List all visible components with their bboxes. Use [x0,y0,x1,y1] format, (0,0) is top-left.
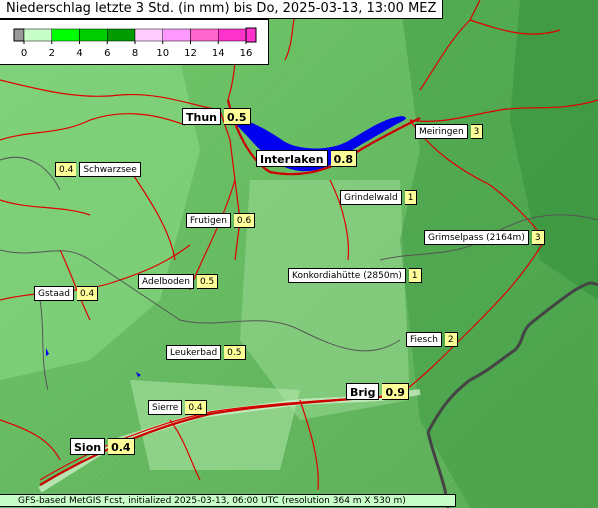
precipitation-value: 1 [404,190,418,205]
place-name: Grindelwald [340,190,402,205]
precipitation-value: 0.4 [185,400,207,415]
place-name: Sion [70,438,106,455]
place-name: Schwarzsee [79,162,141,177]
legend-tick-label: 0 [21,48,27,59]
place-label: Fiesch 2 [406,332,458,347]
precipitation-value: 3 [470,124,484,139]
precipitation-value: 0.4 [108,438,135,455]
legend-tick-label: 16 [240,48,253,59]
legend-swatch [23,28,52,42]
map-title: Niederschlag letzte 3 Std. (in mm) bis D… [0,0,444,19]
legend-swatch [162,28,191,42]
legend-tick-label: 4 [76,48,82,59]
precipitation-value: 0.5 [224,108,251,125]
place-label: Interlaken 0.8 [256,150,358,167]
place-label: Adelboden 0.5 [138,274,219,289]
legend-swatch [218,28,247,42]
legend-swatch [51,28,80,42]
precipitation-value: 0.9 [382,383,409,400]
legend-tick-label: 2 [49,48,55,59]
precipitation-value: 3 [531,230,545,245]
precipitation-legend: 0 2 4 6 8 10 12 14 16 [0,19,269,65]
legend-swatch [107,28,136,42]
precipitation-value: 0.4 [55,162,77,177]
place-name: Adelboden [138,274,194,289]
precipitation-map [0,0,598,508]
place-label: Brig 0.9 [346,383,409,400]
legend-tick-label: 8 [132,48,138,59]
place-label: Konkordiahütte (2850m) 1 [288,268,422,283]
place-label: Gstaad 0.4 [34,286,99,301]
precipitation-value: 1 [408,268,422,283]
legend-swatch [190,28,219,42]
legend-tick-label: 10 [156,48,169,59]
precipitation-value: 0.6 [233,213,256,228]
legend-tick-label: 12 [184,48,197,59]
precipitation-value: 2 [444,332,458,347]
forecast-footer: GFS-based MetGIS Fcst, initialized 2025-… [0,494,456,507]
place-name: Frutigen [186,213,231,228]
place-name: Meiringen [415,124,468,139]
place-name: Grimselpass (2164m) [424,230,529,245]
legend-cap-low [13,28,25,42]
legend-swatch [134,28,163,42]
precipitation-value: 0.8 [330,150,358,167]
place-name: Fiesch [406,332,442,347]
place-name: Sierre [148,400,183,415]
place-label: Leukerbad 0.5 [166,345,246,360]
place-name: Leukerbad [166,345,222,360]
legend-colorbar: 0 2 4 6 8 10 12 14 16 [13,27,257,59]
legend-cap-high [245,27,257,43]
legend-tick-label: 14 [212,48,225,59]
place-label: Grindelwald 1 [340,190,418,205]
place-name: Thun [182,108,221,125]
place-name: Gstaad [34,286,74,301]
legend-swatch [79,28,108,42]
place-label: Sierre 0.4 [148,400,207,415]
precipitation-value: 0.4 [76,286,99,301]
place-label: Meiringen 3 [415,124,484,139]
place-name: Konkordiahütte (2850m) [288,268,406,283]
legend-tick-label: 6 [104,48,110,59]
precipitation-value: 0.5 [196,274,219,289]
precipitation-value: 0.5 [224,345,246,360]
place-label: Sion 0.4 [70,438,135,455]
place-label: Thun 0.5 [182,108,251,125]
place-name: Brig [346,383,380,400]
place-label: Grimselpass (2164m) 3 [424,230,545,245]
place-label: 0.4 Schwarzsee [55,162,141,177]
place-name: Interlaken [256,150,328,167]
place-label: Frutigen 0.6 [186,213,256,228]
